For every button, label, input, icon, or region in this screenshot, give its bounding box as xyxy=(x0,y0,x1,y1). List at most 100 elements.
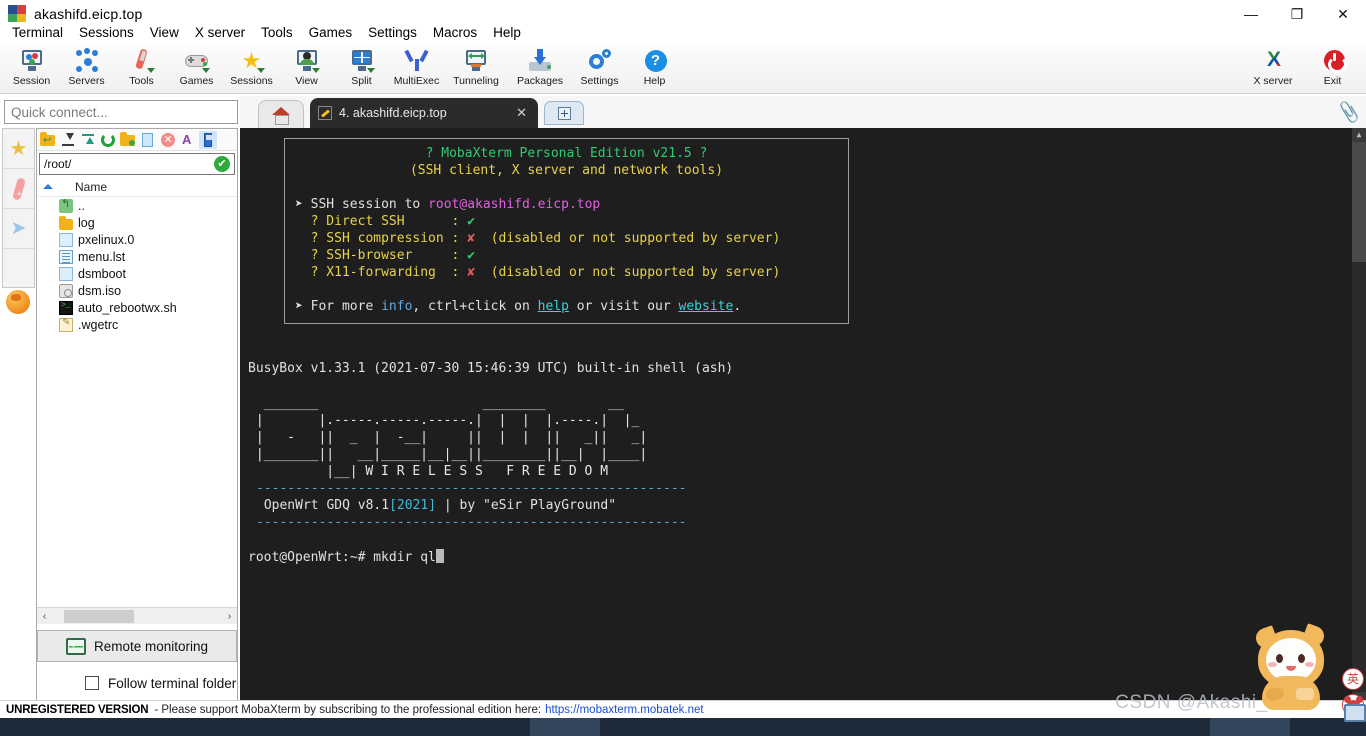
paper-plane-icon: ➤ xyxy=(11,219,27,238)
text-file-icon xyxy=(59,250,73,264)
new-tab-button[interactable] xyxy=(544,101,584,125)
paperclip-icon[interactable]: 📎 xyxy=(1336,100,1359,123)
toolbar-sessions-button[interactable]: ★ Sessions xyxy=(224,46,279,92)
ascii-line: _______ ________ __ xyxy=(248,396,624,411)
rail-send-button[interactable]: ➤ xyxy=(3,209,34,249)
openwrt-text-1: OpenWrt GDQ v8.1 xyxy=(256,498,389,513)
menu-tools[interactable]: Tools xyxy=(253,22,301,44)
toolbar-view-button[interactable]: View xyxy=(279,46,334,92)
rail-favorites-button[interactable]: ★ xyxy=(3,129,34,169)
toolbar-tunneling-button[interactable]: Tunneling xyxy=(444,46,508,92)
toolbar-xserver-button[interactable]: X X server xyxy=(1241,46,1305,92)
list-item[interactable]: dsm.iso xyxy=(37,282,237,299)
footer-website-link[interactable]: website xyxy=(679,299,734,314)
ascii-line: |__| W I R E L E S S F R E E D O M xyxy=(248,464,608,479)
home-icon xyxy=(272,107,290,123)
list-item[interactable]: pxelinux.0 xyxy=(37,231,237,248)
servers-icon xyxy=(74,48,100,74)
toolbar-tools-button[interactable]: Tools xyxy=(114,46,169,92)
list-item[interactable]: auto_rebootwx.sh xyxy=(37,299,237,316)
shell-prompt-line[interactable]: root@OpenWrt:~# mkdir ql xyxy=(248,549,1352,566)
refresh-icon[interactable] xyxy=(99,131,117,149)
toolbar-packages-button[interactable]: Packages xyxy=(508,46,572,92)
menu-view[interactable]: View xyxy=(142,22,187,44)
shell-prompt: root@OpenWrt:~# xyxy=(248,550,373,565)
scroll-left-button[interactable]: ‹ xyxy=(37,611,52,622)
terminal-scrollbar[interactable]: ▲ ▼ xyxy=(1352,128,1366,706)
list-item[interactable]: dsmboot xyxy=(37,265,237,282)
follow-terminal-folder-label: Follow terminal folder xyxy=(108,676,236,691)
scroll-right-button[interactable]: › xyxy=(222,611,237,622)
menu-help[interactable]: Help xyxy=(485,22,529,44)
banner-feature-row: ? Direct SSH : ✔ xyxy=(295,213,838,230)
toolbar-split-button[interactable]: Split xyxy=(334,46,389,92)
menu-games[interactable]: Games xyxy=(301,22,361,44)
toolbar-settings-button[interactable]: Settings xyxy=(572,46,627,92)
font-a-icon[interactable]: A xyxy=(179,131,197,149)
terminal-scroll-thumb[interactable] xyxy=(1352,142,1366,262)
menu-x-server[interactable]: X server xyxy=(187,22,253,44)
upload-arrow-icon[interactable] xyxy=(79,131,97,149)
footer-info-link[interactable]: info xyxy=(381,299,412,314)
split-icon xyxy=(349,48,375,74)
download-arrow-icon[interactable] xyxy=(59,131,77,149)
sftp-file-list[interactable]: .. log pxelinux.0 menu.lst dsmboot dsm.i… xyxy=(37,197,237,632)
list-item[interactable]: .. xyxy=(37,197,237,214)
terminal-panel[interactable]: ? MobaXterm Personal Edition v21.5 ? (SS… xyxy=(240,128,1366,706)
scroll-thumb[interactable] xyxy=(64,610,134,623)
terminal-scroll-up-button[interactable]: ▲ xyxy=(1352,128,1366,142)
footer-help-link[interactable]: help xyxy=(538,299,569,314)
app-logo-icon xyxy=(8,5,26,23)
banner-session-host: root@akashifd.eicp.top xyxy=(428,197,600,212)
taskbar-item[interactable] xyxy=(1210,718,1290,736)
menu-bar: Terminal Sessions View X server Tools Ga… xyxy=(0,22,1366,44)
menu-settings[interactable]: Settings xyxy=(360,22,425,44)
usb-drive-icon[interactable] xyxy=(199,131,217,149)
ascii-line: | |.-----.-----.-----.| | | |.----.| |_ xyxy=(248,413,639,428)
feature-label: ? X11-forwarding xyxy=(311,265,436,280)
folder-up-icon[interactable]: ↩ xyxy=(39,131,57,149)
toolbar-sessions-label: Sessions xyxy=(230,75,273,87)
list-item[interactable]: .wgetrc xyxy=(37,316,237,333)
toolbar-multiexec-button[interactable]: MultiExec xyxy=(389,46,444,92)
ime-mascot-icon xyxy=(1252,626,1336,712)
mobaxterm-link[interactable]: https://mobaxterm.mobatek.net xyxy=(545,704,704,716)
toolbar-exit-button[interactable]: Exit xyxy=(1305,46,1360,92)
status-bar: UNREGISTERED VERSION - Please support Mo… xyxy=(0,700,1366,718)
file-icon xyxy=(59,267,73,281)
globe-icon[interactable] xyxy=(6,290,30,314)
feature-pad: : xyxy=(405,214,468,229)
toolbar-games-button[interactable]: Games xyxy=(169,46,224,92)
menu-terminal[interactable]: Terminal xyxy=(4,22,71,44)
tab-close-icon[interactable]: ✕ xyxy=(513,105,530,121)
feature-pad: : xyxy=(436,265,467,280)
toolbar-games-label: Games xyxy=(180,75,214,87)
follow-terminal-folder-checkbox[interactable] xyxy=(85,676,99,690)
column-header-name: Name xyxy=(75,180,107,194)
list-item[interactable]: menu.lst xyxy=(37,248,237,265)
remote-monitoring-button[interactable]: Remote monitoring xyxy=(37,630,237,662)
follow-terminal-folder-row[interactable]: Follow terminal folder xyxy=(37,670,237,696)
list-item[interactable]: log xyxy=(37,214,237,231)
menu-sessions[interactable]: Sessions xyxy=(71,22,142,44)
tab-session[interactable]: 4. akashifd.eicp.top ✕ xyxy=(310,98,538,128)
tab-home[interactable] xyxy=(258,100,304,128)
toolbar-help-button[interactable]: ? Help xyxy=(627,46,682,92)
taskbar-item[interactable] xyxy=(530,718,600,736)
new-folder-icon[interactable] xyxy=(119,131,137,149)
sftp-path-field[interactable]: /root/ ✔ xyxy=(39,153,235,175)
delete-x-icon[interactable]: ✕ xyxy=(159,131,177,149)
file-icon xyxy=(59,233,73,247)
horizontal-scrollbar[interactable]: ‹ › xyxy=(37,607,237,624)
ssh-key-icon xyxy=(318,106,332,120)
ime-language-badge[interactable]: 英 xyxy=(1342,668,1364,690)
toolbar-session-button[interactable]: Session xyxy=(4,46,59,92)
toolbar-servers-button[interactable]: Servers xyxy=(59,46,114,92)
menu-macros[interactable]: Macros xyxy=(425,22,485,44)
quick-connect-input[interactable]: Quick connect... xyxy=(4,100,238,124)
scroll-track[interactable] xyxy=(52,610,222,623)
sftp-column-header[interactable]: Name xyxy=(37,177,237,197)
rail-tools-button[interactable]: + xyxy=(3,169,34,209)
new-file-icon[interactable] xyxy=(139,131,157,149)
banner-feature-row: ? X11-forwarding : ✘ (disabled or not su… xyxy=(295,264,838,281)
